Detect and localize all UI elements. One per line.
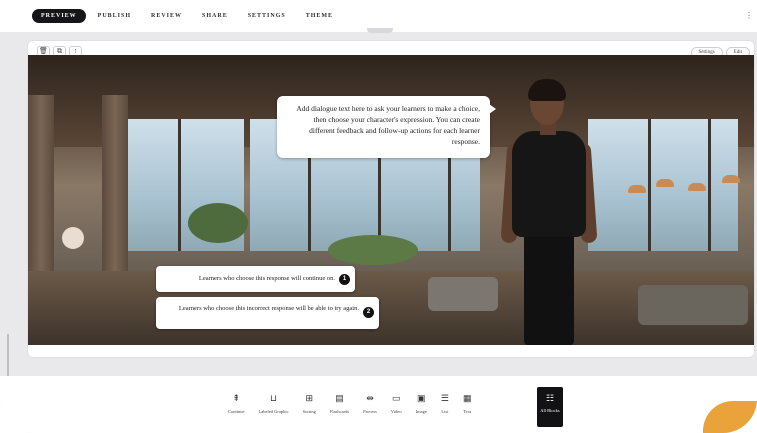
block-label: Flashcards xyxy=(329,409,350,414)
response-option[interactable]: Learners who choose this response will c… xyxy=(156,266,355,292)
scene-sofa xyxy=(638,285,748,325)
nav-share[interactable]: SHARE xyxy=(202,13,228,19)
block-image[interactable]: ▣ Image xyxy=(416,392,427,414)
pendant-lamp xyxy=(688,183,706,191)
response-text: Learners who choose this response will c… xyxy=(198,275,335,282)
block-list-item[interactable]: ☰ List xyxy=(441,392,449,414)
scene-column xyxy=(102,95,128,295)
block-label: List xyxy=(441,409,449,414)
all-blocks-label: All Blocks xyxy=(540,408,560,413)
scene-sofa xyxy=(428,277,498,311)
flashcards-icon: ▤ xyxy=(335,393,344,403)
nav-settings[interactable]: SETTINGS xyxy=(248,13,286,19)
text-icon: ▦ xyxy=(462,393,472,403)
block-text[interactable]: ▦ Text xyxy=(463,392,472,414)
image-icon: ▣ xyxy=(416,393,426,403)
scenario-scene: Add dialogue text here to ask your learn… xyxy=(28,55,754,345)
pendant-lamp xyxy=(628,185,646,193)
block-continue[interactable]: ⇞ Continue xyxy=(228,392,245,414)
scene-plant xyxy=(328,235,418,265)
pendant-lamp xyxy=(656,179,674,187)
character[interactable] xyxy=(498,79,608,345)
block-label: Labeled Graphic xyxy=(258,409,289,414)
video-icon: ▭ xyxy=(391,393,401,403)
app-frame: PREVIEW PUBLISH REVIEW SHARE SETTINGS TH… xyxy=(0,0,757,433)
pendant-lamp xyxy=(722,175,740,183)
scene-plant xyxy=(188,203,248,243)
block-flashcards[interactable]: ▤ Flashcards xyxy=(330,392,349,414)
all-blocks-button[interactable]: ☷ All Blocks xyxy=(537,387,563,427)
character-torso xyxy=(512,131,586,237)
scene-column xyxy=(28,95,54,295)
block-library-bar: ⇞ Continue ⊔ Labeled Graphic ⊞ Sorting ▤… xyxy=(0,376,757,433)
collapse-handle[interactable] xyxy=(367,28,393,33)
sorting-icon: ⊞ xyxy=(305,393,314,403)
block-video[interactable]: ▭ Video xyxy=(391,392,402,414)
window-mullion xyxy=(178,119,181,251)
continue-icon: ⇞ xyxy=(232,393,241,403)
nav-review[interactable]: REVIEW xyxy=(151,13,182,19)
block-sorting[interactable]: ⊞ Sorting xyxy=(303,392,316,414)
block-label: Image xyxy=(415,409,427,414)
dialogue-bubble[interactable]: Add dialogue text here to ask your learn… xyxy=(277,96,496,158)
character-hair xyxy=(528,79,566,101)
block-list: ⇞ Continue ⊔ Labeled Graphic ⊞ Sorting ▤… xyxy=(228,392,471,414)
response-option[interactable]: Learners who choose this incorrect respo… xyxy=(156,297,379,329)
window-mullion xyxy=(708,119,711,251)
block-label: Text xyxy=(463,409,472,414)
nav-theme[interactable]: THEME xyxy=(306,13,333,19)
block-label: Continue xyxy=(228,409,245,414)
more-icon[interactable]: ⋮ xyxy=(745,11,753,20)
response-number: 1 xyxy=(339,274,350,285)
response-text: Learners who choose this incorrect respo… xyxy=(178,305,359,312)
list-icon: ☰ xyxy=(440,393,449,403)
response-number: 2 xyxy=(363,307,374,318)
window-mullion xyxy=(648,119,651,251)
scenario-block-card: 🗑 ⧉ ↑ Settings Edit Add dialogue text he… xyxy=(27,40,755,358)
nav-preview[interactable]: PREVIEW xyxy=(32,9,86,23)
nav-publish[interactable]: PUBLISH xyxy=(98,13,131,19)
labeled-graphic-icon: ⊔ xyxy=(270,393,278,403)
block-label: Video xyxy=(390,409,402,414)
grid-icon: ☷ xyxy=(545,393,555,403)
character-legs xyxy=(524,233,574,345)
process-icon: ⇹ xyxy=(366,393,374,403)
block-label: Process xyxy=(363,409,377,414)
block-label: Sorting xyxy=(302,409,316,414)
block-labeled-graphic[interactable]: ⊔ Labeled Graphic xyxy=(259,392,289,414)
block-process[interactable]: ⇹ Process xyxy=(363,392,377,414)
table-lamp xyxy=(62,227,84,249)
